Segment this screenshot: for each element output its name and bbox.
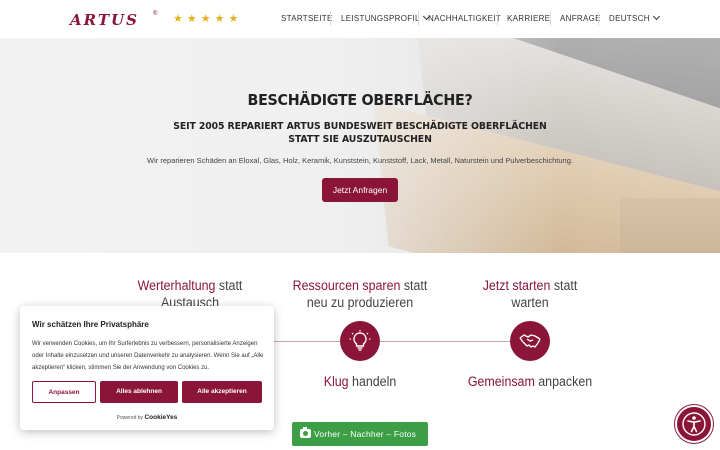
handshake-icon <box>519 334 541 348</box>
feature-jetzt-starten: Jetzt starten statt warten <box>470 277 590 311</box>
nav-karriere[interactable]: KARRIERE <box>507 14 550 23</box>
feature-line: Ressourcen sparen statt <box>286 277 433 294</box>
feature-klug-handeln: Klug handeln <box>305 373 415 390</box>
logo-registered-mark: ® <box>153 11 158 17</box>
feature-line: neu zu produzieren <box>306 295 414 310</box>
accessibility-button[interactable] <box>675 405 713 443</box>
feature-line: Jetzt starten statt <box>470 277 590 294</box>
feature-text: statt <box>550 278 578 293</box>
lightbulb-icon <box>349 330 371 351</box>
lightbulb-badge <box>340 321 380 361</box>
cookie-customize-button[interactable]: Anpassen <box>32 381 96 403</box>
request-button[interactable]: Jetzt Anfragen <box>322 178 398 202</box>
feature-text: anpacken <box>534 374 593 389</box>
cookie-powered-by: Powered by CookieYes <box>20 414 274 421</box>
hero-subtitle-line: SEIT 2005 REPARIERT ARTUS BUNDESWEIT BES… <box>173 121 547 132</box>
hero-section: BESCHÄDIGTE OBERFLÄCHE? SEIT 2005 REPARI… <box>0 38 720 253</box>
nav-anfrage[interactable]: ANFRAGE <box>560 14 601 23</box>
nav-leistungsprofil-label: LEISTUNGSPROFIL <box>341 14 420 23</box>
feature-text: statt <box>215 278 243 293</box>
feature-accent: Jetzt starten <box>482 278 551 293</box>
nav-divider <box>497 11 498 26</box>
nav-divider <box>550 11 551 26</box>
language-selector[interactable]: DEUTSCH <box>609 12 660 23</box>
language-label: DEUTSCH <box>609 14 650 23</box>
timeline-line <box>380 341 510 342</box>
feature-text: handeln <box>348 374 397 389</box>
camera-icon <box>300 427 311 438</box>
nav-divider <box>418 11 419 26</box>
rating-stars: ★★★★★ <box>173 13 243 25</box>
cookie-title: Wir schätzen Ihre Privatsphäre <box>32 320 149 329</box>
nav-startseite[interactable]: STARTSEITE <box>281 14 333 23</box>
timeline-line <box>270 341 340 342</box>
feature-gemeinsam-anpacken: Gemeinsam anpacken <box>461 373 599 390</box>
feature-accent: Gemeinsam <box>467 374 535 389</box>
feature-accent: Klug <box>323 374 349 389</box>
feature-text: statt <box>400 278 428 293</box>
handshake-badge <box>510 321 550 361</box>
feature-ressourcen: Ressourcen sparen statt neu zu produzier… <box>286 277 433 311</box>
cookieyes-logo[interactable]: CookieYes <box>144 414 177 421</box>
hero-subtitle: SEIT 2005 REPARIERT ARTUS BUNDESWEIT BES… <box>25 120 695 146</box>
before-after-photos-button[interactable]: Vorher – Nachher – Fotos <box>292 422 428 446</box>
nav-divider <box>330 11 331 26</box>
cookie-consent-banner: Wir schätzen Ihre Privatsphäre Wir verwe… <box>20 306 274 430</box>
cookie-accept-button[interactable]: Alle akzeptieren <box>182 381 262 403</box>
powered-by-text: Powered by <box>116 415 144 421</box>
accessibility-icon <box>682 412 706 436</box>
feature-line: warten <box>511 295 549 310</box>
cookie-text: Wir verwenden Cookies, um Ihr Surferlebn… <box>32 341 264 371</box>
hero-stone-slab <box>620 198 720 253</box>
cookie-reject-button[interactable]: Alles ablehnen <box>100 381 178 403</box>
site-header: ARTUS ® ★★★★★ STARTSEITE LEISTUNGSPROFIL… <box>0 0 720 38</box>
feature-accent: Werterhaltung <box>137 278 216 293</box>
nav-nachhaltigkeit[interactable]: NACHHALTIGKEIT <box>428 14 501 23</box>
hero-title: BESCHÄDIGTE OBERFLÄCHE? <box>247 91 473 109</box>
chevron-down-icon <box>652 12 660 21</box>
artus-logo[interactable]: ARTUS <box>70 11 139 29</box>
hero-description: Wir reparieren Schäden an Eloxal, Glas, … <box>147 156 573 165</box>
nav-divider <box>598 11 599 26</box>
hero-subtitle-line: STATT SIE AUSZUTAUSCHEN <box>288 134 432 145</box>
feature-accent: Ressourcen sparen <box>292 278 401 293</box>
feature-line: Werterhaltung statt <box>130 277 250 294</box>
nav-leistungsprofil[interactable]: LEISTUNGSPROFIL <box>341 12 430 23</box>
gallery-button-label: Vorher – Nachher – Fotos <box>314 429 417 439</box>
